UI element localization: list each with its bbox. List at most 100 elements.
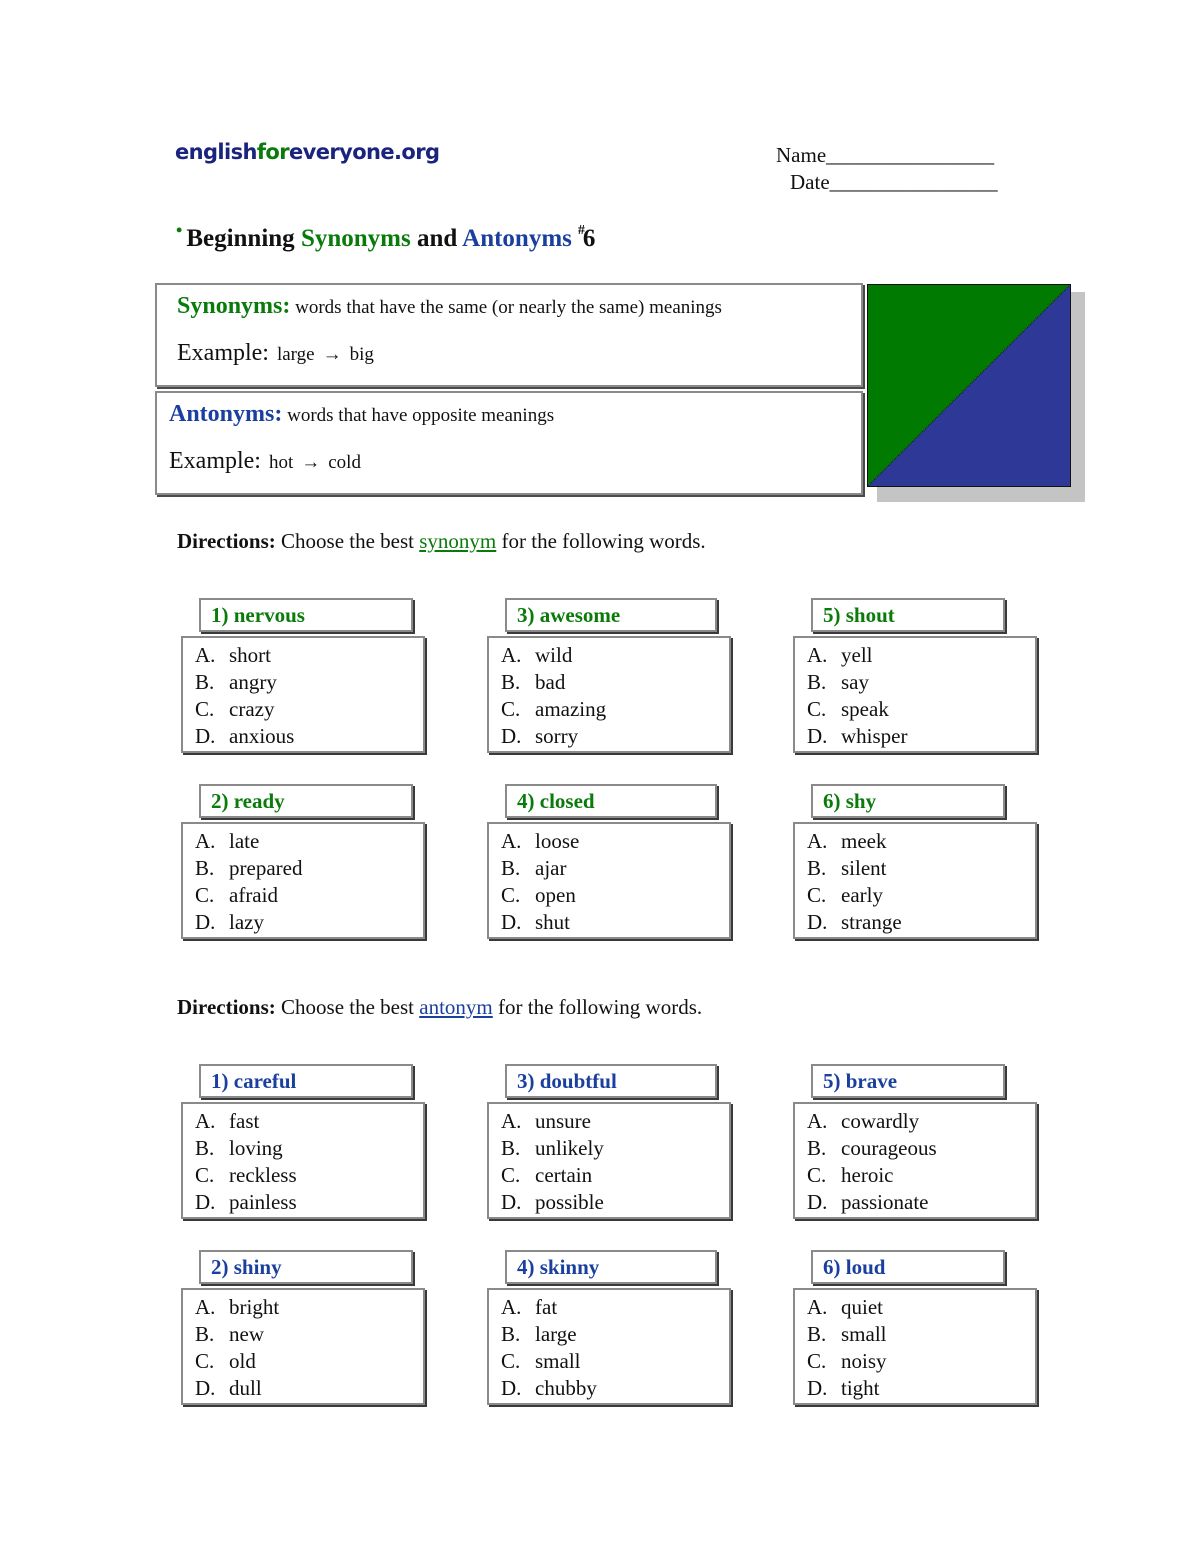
answer-option[interactable]: D. tight: [807, 1375, 1035, 1402]
option-letter: C.: [195, 883, 215, 907]
synonym-question-options: A. yell B. say C. speak D. whisper: [793, 636, 1037, 753]
option-text: amazing: [535, 697, 607, 721]
answer-option[interactable]: C. old: [195, 1348, 423, 1375]
antonym-question-options: A. fat B. large C. small D. chubby: [487, 1288, 731, 1405]
answer-option[interactable]: A. wild: [501, 642, 729, 669]
option-letter: A.: [195, 643, 216, 667]
synonym-question-title: 3) awesome: [505, 598, 717, 632]
option-text: strange: [841, 910, 902, 934]
option-text: new: [229, 1322, 264, 1346]
option-letter: C.: [807, 883, 827, 907]
antonym-question-options: A. unsure B. unlikely C. certain D. possible: [487, 1102, 731, 1219]
answer-option[interactable]: C. noisy: [807, 1348, 1035, 1375]
directions-text: for the following words.: [492, 995, 703, 1019]
antonym-question-options: A. quiet B. small C. noisy D. tight: [793, 1288, 1037, 1405]
answer-option[interactable]: B. angry: [195, 669, 423, 696]
answer-option[interactable]: D. strange: [807, 909, 1035, 936]
synonym-directions: Directions: Choose the best synonym for …: [177, 529, 706, 554]
answer-option[interactable]: A. meek: [807, 828, 1035, 855]
answer-option[interactable]: A. cowardly: [807, 1108, 1035, 1135]
answer-option[interactable]: B. courageous: [807, 1135, 1035, 1162]
answer-option[interactable]: A. yell: [807, 642, 1035, 669]
answer-option[interactable]: D. shut: [501, 909, 729, 936]
answer-option[interactable]: D. dull: [195, 1375, 423, 1402]
answer-option[interactable]: D. sorry: [501, 723, 729, 750]
option-text: reckless: [229, 1163, 297, 1187]
option-letter: C.: [195, 1349, 215, 1373]
answer-option[interactable]: A. quiet: [807, 1294, 1035, 1321]
option-letter: A.: [807, 1109, 828, 1133]
option-letter: C.: [195, 697, 215, 721]
synonyms-definition: Synonyms: words that have the same (or n…: [177, 293, 722, 320]
option-text: whisper: [841, 724, 908, 748]
answer-option[interactable]: A. short: [195, 642, 423, 669]
answer-option[interactable]: B. prepared: [195, 855, 423, 882]
answer-option[interactable]: C. heroic: [807, 1162, 1035, 1189]
answer-option[interactable]: B. loving: [195, 1135, 423, 1162]
option-letter: D.: [501, 1376, 522, 1400]
option-letter: A.: [501, 643, 522, 667]
directions-text: Choose the best: [275, 995, 420, 1019]
answer-option[interactable]: C. reckless: [195, 1162, 423, 1189]
answer-option[interactable]: A. late: [195, 828, 423, 855]
answer-option[interactable]: C. small: [501, 1348, 729, 1375]
answer-option[interactable]: C. speak: [807, 696, 1035, 723]
answer-option[interactable]: C. amazing: [501, 696, 729, 723]
site-logo: englishforeveryone.org: [175, 140, 440, 164]
example-to: cold: [328, 452, 361, 473]
option-text: tight: [841, 1376, 880, 1400]
option-text: cowardly: [841, 1109, 920, 1133]
answer-option[interactable]: D. painless: [195, 1189, 423, 1216]
answer-option[interactable]: D. possible: [501, 1189, 729, 1216]
answer-option[interactable]: A. unsure: [501, 1108, 729, 1135]
antonym-link[interactable]: antonym: [419, 995, 493, 1019]
answer-option[interactable]: B. unlikely: [501, 1135, 729, 1162]
answer-option[interactable]: A. loose: [501, 828, 729, 855]
synonyms-term: Synonyms:: [177, 293, 291, 319]
option-text: certain: [535, 1163, 593, 1187]
answer-option[interactable]: B. small: [807, 1321, 1035, 1348]
answer-option[interactable]: B. silent: [807, 855, 1035, 882]
answer-option[interactable]: C. certain: [501, 1162, 729, 1189]
answer-option[interactable]: C. afraid: [195, 882, 423, 909]
synonym-question-options: A. loose B. ajar C. open D. shut: [487, 822, 731, 939]
answer-option[interactable]: B. ajar: [501, 855, 729, 882]
synonym-question-options: A. wild B. bad C. amazing D. sorry: [487, 636, 731, 753]
answer-option[interactable]: A. fat: [501, 1294, 729, 1321]
answer-option[interactable]: D. lazy: [195, 909, 423, 936]
answer-option[interactable]: D. anxious: [195, 723, 423, 750]
name-field[interactable]: Name________________: [776, 142, 998, 169]
synonym-link[interactable]: synonym: [419, 529, 496, 553]
answer-option[interactable]: D. passionate: [807, 1189, 1035, 1216]
answer-option[interactable]: C. early: [807, 882, 1035, 909]
option-letter: C.: [195, 1163, 215, 1187]
option-text: small: [841, 1322, 887, 1346]
option-letter: D.: [195, 1376, 216, 1400]
option-text: short: [229, 643, 271, 667]
answer-option[interactable]: B. new: [195, 1321, 423, 1348]
title-number: 6: [582, 225, 596, 252]
option-text: loving: [229, 1136, 283, 1160]
answer-option[interactable]: B. large: [501, 1321, 729, 1348]
date-field[interactable]: Date________________: [776, 169, 998, 196]
option-letter: B.: [501, 1136, 521, 1160]
answer-option[interactable]: B. bad: [501, 669, 729, 696]
option-letter: C.: [501, 1349, 521, 1373]
synonyms-definition-text: words that have the same (or nearly the …: [290, 297, 722, 318]
antonym-question-title: 3) doubtful: [505, 1064, 717, 1098]
option-letter: A.: [501, 1109, 522, 1133]
bullet-icon: •: [176, 220, 183, 240]
answer-option[interactable]: C. crazy: [195, 696, 423, 723]
answer-option[interactable]: B. say: [807, 669, 1035, 696]
option-letter: A.: [807, 1295, 828, 1319]
answer-option[interactable]: C. open: [501, 882, 729, 909]
answer-option[interactable]: D. chubby: [501, 1375, 729, 1402]
antonym-question-options: A. cowardly B. courageous C. heroic D. passiona…: [793, 1102, 1037, 1219]
name-date-block: Name________________ Date_______________…: [776, 142, 998, 196]
synonym-question-title: 2) ready: [199, 784, 413, 818]
answer-option[interactable]: A. fast: [195, 1108, 423, 1135]
answer-option[interactable]: A. bright: [195, 1294, 423, 1321]
answer-option[interactable]: D. whisper: [807, 723, 1035, 750]
option-text: yell: [841, 643, 873, 667]
option-text: wild: [535, 643, 573, 667]
